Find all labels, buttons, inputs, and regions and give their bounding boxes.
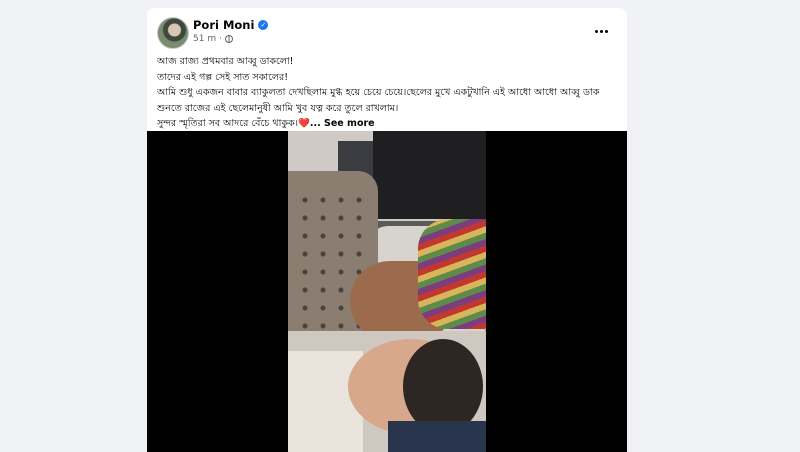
photo-curtain bbox=[373, 131, 486, 219]
caption-line: সুন্দর স্মৃতিরা সব আদরে বেঁচে থাকুক। bbox=[157, 118, 299, 129]
post-photo[interactable] bbox=[288, 131, 486, 452]
globe-icon bbox=[224, 35, 233, 43]
post-time[interactable]: 51 m bbox=[193, 34, 216, 44]
author-name[interactable]: Pori Moni bbox=[193, 18, 254, 32]
caption-line: শুনতে রাজের এই ছেলেমানুষী আমি খুব যত্ন ক… bbox=[157, 102, 399, 114]
author-name-row: Pori Moni ✓ bbox=[193, 18, 269, 32]
caption-line: আজ রাজ্য প্রথমবার আব্বু ডাকলো! bbox=[157, 56, 294, 67]
post-card: Pori Moni ✓ 51 m · আজ রাজ্য প্রথমবার আব্… bbox=[147, 8, 627, 452]
post-meta: 51 m · bbox=[193, 34, 233, 44]
photo-baby-cloth bbox=[388, 421, 486, 452]
caption-last-line: সুন্দর স্মৃতিরা সব আদরে বেঁচে থাকুক।❤️..… bbox=[157, 116, 619, 132]
post-caption: আজ রাজ্য প্রথমবার আব্বু ডাকলো! তাদের এই … bbox=[157, 54, 619, 132]
caption-line: তাদের এই গল্প সেই সাত সকালের! bbox=[157, 71, 289, 83]
meta-separator: · bbox=[219, 34, 222, 44]
see-more-link[interactable]: ... See more bbox=[310, 118, 375, 129]
more-options-icon[interactable] bbox=[591, 21, 611, 41]
post-header: Pori Moni ✓ 51 m · bbox=[157, 17, 617, 57]
post-media[interactable] bbox=[147, 131, 627, 452]
verified-badge-icon: ✓ bbox=[258, 20, 269, 30]
author-avatar[interactable] bbox=[157, 17, 189, 49]
caption-line: আমি শুধু একজন বাবার ব্যাকুলতা দেখছিলাম ম… bbox=[157, 87, 600, 98]
heart-icon: ❤️ bbox=[298, 118, 310, 129]
photo-baby-hair bbox=[403, 339, 483, 434]
photo-knit-hat bbox=[418, 219, 486, 329]
